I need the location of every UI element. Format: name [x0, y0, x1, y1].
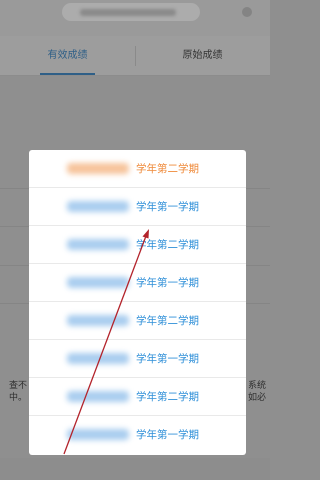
year-redacted [67, 391, 129, 402]
semester-option-label: 学年第二学期 [136, 391, 199, 403]
tab-effective-scores[interactable]: 有效成绩 [0, 36, 135, 76]
tab-original-scores[interactable]: 原始成绩 [135, 36, 270, 76]
semester-option[interactable]: 学年第二学期 [29, 150, 246, 188]
bottom-area [0, 458, 270, 480]
search-bar[interactable] [62, 3, 252, 21]
background-notice-right: 系统 如必 [248, 381, 267, 403]
year-redacted [67, 163, 129, 174]
score-tabs: 有效成绩 原始成绩 [0, 36, 270, 76]
clear-icon[interactable] [242, 7, 252, 17]
top-bar [0, 0, 270, 36]
semester-option[interactable]: 学年第二学期 [29, 226, 246, 264]
semester-option[interactable]: 学年第二学期 [29, 302, 246, 340]
year-redacted [67, 429, 129, 440]
year-redacted [67, 201, 129, 212]
year-redacted [67, 239, 129, 250]
semester-option[interactable]: 学年第二学期 [29, 378, 246, 416]
semester-option-label: 学年第二学期 [136, 315, 199, 327]
semester-option-label: 学年第一学期 [136, 201, 199, 213]
semester-option[interactable]: 学年第一学期 [29, 340, 246, 378]
semester-option[interactable]: 学年第一学期 [29, 416, 246, 454]
active-tab-indicator [40, 73, 95, 75]
semester-option-label: 学年第二学期 [136, 163, 199, 175]
semester-option-label: 学年第二学期 [136, 239, 199, 251]
semester-option[interactable]: 学年第一学期 [29, 188, 246, 226]
semester-option[interactable]: 学年第一学期 [29, 264, 246, 302]
semester-picker-dialog: 学年第二学期 学年第一学期 学年第二学期 学年第一学期 学年第二学期 学年第一学… [29, 150, 246, 455]
search-text-redacted [80, 9, 176, 16]
background-notice-left: 查不 中。 [9, 381, 28, 403]
semester-option-label: 学年第一学期 [136, 429, 199, 441]
year-redacted [67, 353, 129, 364]
semester-option-label: 学年第一学期 [136, 353, 199, 365]
year-redacted [67, 315, 129, 326]
year-redacted [67, 277, 129, 288]
semester-option-label: 学年第一学期 [136, 277, 199, 289]
